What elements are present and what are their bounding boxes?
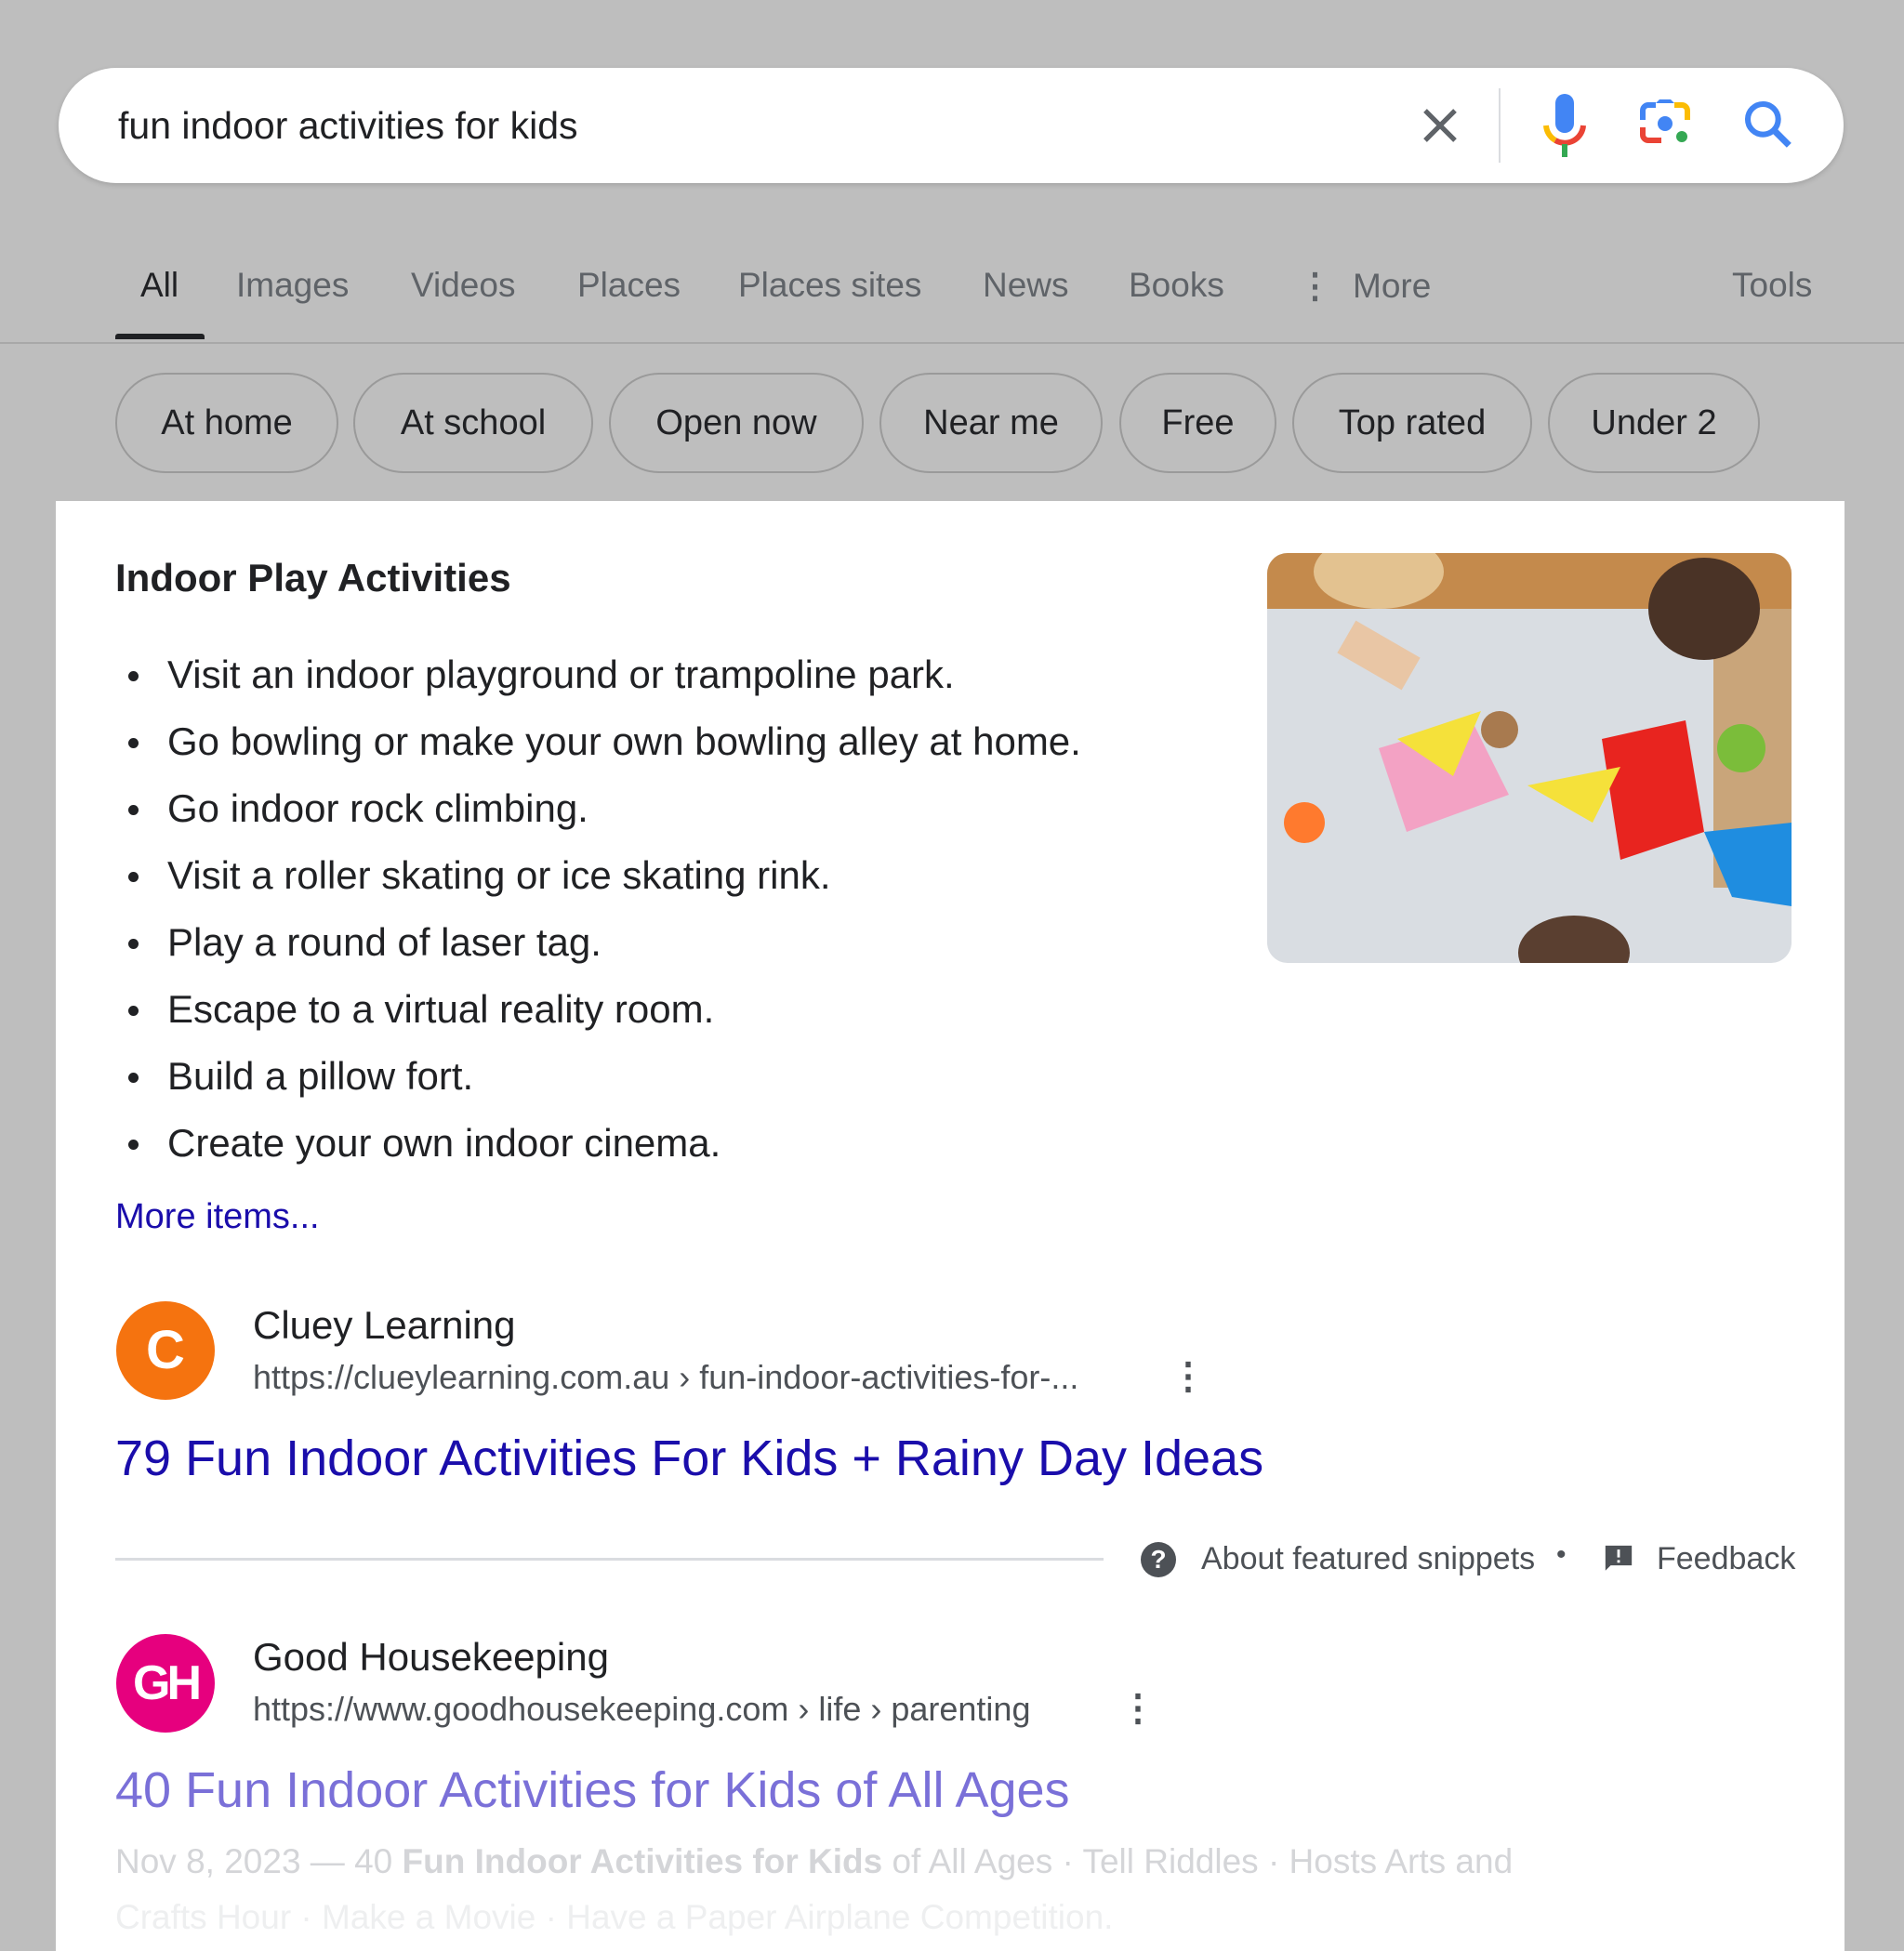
tab-all[interactable]: All — [140, 266, 178, 305]
snippet-list: Visit an indoor playground or trampoline… — [115, 641, 1081, 1177]
tab-news[interactable]: News — [983, 266, 1069, 305]
active-tab-indicator — [115, 334, 205, 339]
chip-under-2[interactable]: Under 2 — [1548, 373, 1760, 473]
chip-top-rated[interactable]: Top rated — [1292, 373, 1532, 473]
divider — [115, 1558, 1104, 1561]
list-item: Escape to a virtual reality room. — [115, 976, 1081, 1043]
result-snippet-line2: Crafts Hour · Make a Movie · Have a Pape… — [115, 1898, 1114, 1936]
tab-places[interactable]: Places — [577, 266, 681, 305]
list-item: Create your own indoor cinema. — [115, 1110, 1081, 1177]
tab-images[interactable]: Images — [236, 266, 349, 305]
close-icon[interactable] — [1418, 103, 1462, 148]
feedback-link[interactable]: Feedback — [1657, 1541, 1795, 1577]
more-vert-icon: ⋮ — [1298, 267, 1332, 305]
more-items-link[interactable]: More items... — [115, 1197, 320, 1237]
more-options-icon[interactable]: ⋮ — [1170, 1355, 1207, 1398]
chip-near-me[interactable]: Near me — [879, 373, 1103, 473]
mic-icon[interactable] — [1540, 92, 1589, 159]
tabs-divider — [0, 342, 1904, 344]
cluey-favicon: C — [116, 1301, 215, 1400]
divider — [1499, 88, 1501, 163]
result-site-name[interactable]: Good Housekeeping — [253, 1635, 609, 1680]
lens-icon[interactable] — [1639, 96, 1691, 148]
result-url[interactable]: https://www.goodhousekeeping.com › life … — [253, 1690, 1030, 1729]
search-bar — [59, 68, 1844, 183]
feedback-icon[interactable] — [1603, 1543, 1634, 1575]
source-title-link[interactable]: 79 Fun Indoor Activities For Kids + Rain… — [115, 1430, 1263, 1487]
list-item: Visit a roller skating or ice skating ri… — [115, 842, 1081, 909]
chip-open-now[interactable]: Open now — [609, 373, 864, 473]
list-item: Play a round of laser tag. — [115, 909, 1081, 976]
list-item: Go bowling or make your own bowling alle… — [115, 708, 1081, 775]
source-url[interactable]: https://clueylearning.com.au › fun-indoo… — [253, 1358, 1078, 1397]
tab-more[interactable]: ⋮ More — [1298, 266, 1431, 306]
about-snippets-link[interactable]: About featured snippets — [1201, 1541, 1535, 1577]
search-input[interactable] — [118, 68, 1327, 183]
tools-button[interactable]: Tools — [1732, 266, 1812, 305]
result-snippet: Nov 8, 2023 — 40 Fun Indoor Activities f… — [115, 1842, 1513, 1881]
tab-more-label: More — [1353, 267, 1432, 305]
tab-books[interactable]: Books — [1129, 266, 1224, 305]
snippet-image[interactable] — [1267, 553, 1792, 963]
help-icon[interactable]: ? — [1141, 1542, 1176, 1577]
result-snippet-text: of All Ages · Tell Riddles · Hosts Arts … — [882, 1842, 1514, 1880]
chip-at-home[interactable]: At home — [115, 373, 338, 473]
more-options-icon[interactable]: ⋮ — [1119, 1687, 1157, 1730]
gh-favicon: GH — [116, 1634, 215, 1733]
chip-free[interactable]: Free — [1119, 373, 1276, 473]
separator: • — [1556, 1539, 1567, 1570]
source-site-name[interactable]: Cluey Learning — [253, 1303, 516, 1348]
chip-at-school[interactable]: At school — [353, 373, 593, 473]
list-item: Go indoor rock climbing. — [115, 775, 1081, 842]
result-snippet-bold: Fun Indoor Activities for Kids — [402, 1842, 883, 1880]
result-date: Nov 8, 2023 — 40 — [115, 1842, 403, 1880]
search-icon[interactable] — [1741, 98, 1793, 150]
snippet-title: Indoor Play Activities — [115, 556, 511, 600]
tab-videos[interactable]: Videos — [411, 266, 515, 305]
list-item: Visit an indoor playground or trampoline… — [115, 641, 1081, 708]
list-item: Build a pillow fort. — [115, 1043, 1081, 1110]
result-title-link[interactable]: 40 Fun Indoor Activities for Kids of All… — [115, 1761, 1070, 1819]
tab-places-sites[interactable]: Places sites — [738, 266, 921, 305]
